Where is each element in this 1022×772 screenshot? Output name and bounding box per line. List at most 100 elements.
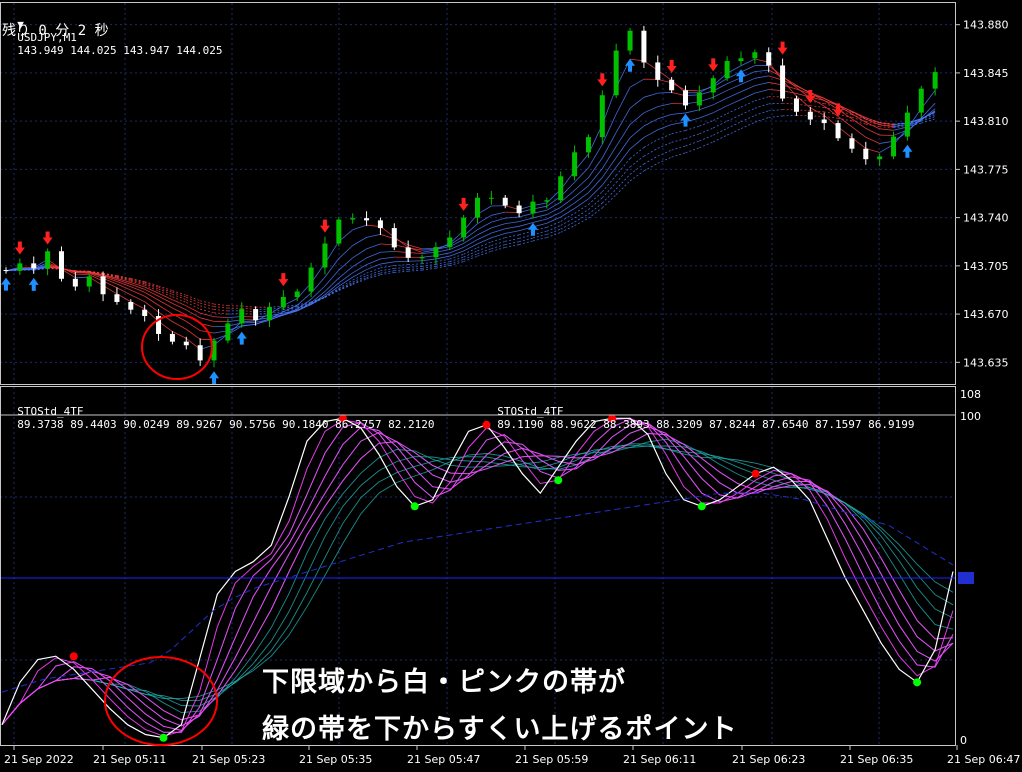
ma-line-segment [186, 294, 201, 302]
ma-line-segment [130, 289, 145, 297]
bull-candle [488, 197, 494, 199]
ma-line-segment [213, 309, 228, 312]
ma-line-segment [615, 158, 631, 176]
ma-line-segment [505, 238, 520, 242]
ma-line-segment [879, 122, 894, 126]
ma-line-segment [865, 128, 880, 136]
ma-line-segment [532, 214, 547, 219]
level-marker [958, 572, 974, 584]
ma-line-segment [449, 261, 464, 266]
ma-line-segment [338, 245, 353, 259]
ma-line-segment [851, 126, 867, 138]
ma-line-segment [518, 217, 534, 223]
ma-line-segment [463, 255, 478, 262]
ma-line-segment [588, 184, 603, 200]
ma-line-segment [213, 303, 228, 307]
ma-line-segment [352, 277, 367, 284]
ma-line-segment [657, 133, 672, 140]
ma-line-segment [546, 231, 561, 238]
ma-line-segment [615, 108, 631, 133]
ma-line-segment [629, 112, 645, 125]
ma-line-segment [518, 230, 534, 236]
ma-line-segment [657, 156, 672, 164]
ma-line-segment [740, 92, 756, 100]
ma-line-segment [657, 149, 672, 157]
ma-line-segment [740, 115, 756, 123]
ma-line-segment [449, 256, 464, 262]
ma-line-segment [671, 138, 686, 143]
ma-line-segment [213, 306, 228, 309]
ma-line-segment [352, 224, 367, 231]
bull-candle [419, 257, 425, 259]
green-signal-dot [913, 678, 922, 687]
green-signal-dot [554, 476, 563, 485]
buy-arrow-icon [625, 58, 636, 72]
bull-candle [710, 78, 716, 93]
bull-candle [322, 243, 328, 268]
bull-candle [530, 201, 536, 214]
ma-line-segment [574, 192, 589, 204]
bull-candle [239, 309, 245, 324]
bear-candle [405, 247, 411, 258]
ma-line-segment [713, 97, 728, 106]
ma-line-segment [491, 237, 506, 243]
ma-line-segment [352, 269, 367, 278]
ma-line-segment [560, 208, 575, 218]
ma-line-segment [726, 91, 742, 99]
ma-line-segment [380, 268, 395, 272]
price-tick-label: 143.845 [963, 67, 1009, 80]
ma-line-segment [754, 110, 769, 116]
ma-line-segment [519, 212, 534, 218]
ma-line-segment [116, 275, 131, 279]
price-tick-label: 143.740 [963, 212, 1009, 225]
ma-line-segment [130, 286, 145, 293]
green-signal-dot [697, 502, 706, 511]
ma-line-segment [449, 259, 464, 265]
ma-line-segment [477, 245, 492, 252]
ma-line-segment [505, 216, 520, 219]
bear-candle [807, 111, 813, 120]
ma-line-segment [657, 103, 672, 107]
x-tick-label: 21 Sep 2022 [4, 753, 74, 766]
bear-candle [253, 309, 259, 321]
ma-line-segment [699, 112, 714, 119]
ma-line-segment [602, 182, 617, 199]
x-tick-label: 21 Sep 05:59 [515, 753, 588, 766]
bear-candle [766, 52, 772, 66]
ma-line-segment [491, 217, 506, 223]
sell-arrow-icon [777, 41, 788, 55]
ma-line-segment [685, 133, 700, 139]
ma-line-segment [629, 147, 645, 159]
ma-line-segment [643, 106, 658, 114]
ma-line-segment [158, 285, 173, 292]
buy-arrow-icon [1, 277, 11, 291]
bear-candle [793, 98, 799, 112]
ma-line-segment [740, 85, 756, 93]
bear-candle [142, 309, 148, 317]
indicator-values-2: 89.1190 88.9622 88.3893 88.3209 87.8244 … [497, 418, 915, 431]
sell-arrow-icon [458, 197, 469, 211]
ma-line-segment [408, 267, 423, 270]
bear-candle [502, 197, 508, 206]
bear-candle [58, 251, 64, 279]
bull-candle [294, 291, 300, 298]
bear-candle [391, 228, 397, 248]
ma-line-segment [643, 129, 658, 138]
x-tick-label: 21 Sep 05:11 [93, 753, 166, 766]
sell-arrow-icon [833, 103, 844, 117]
sell-arrow-icon [666, 60, 677, 74]
ma-line-segment [213, 316, 228, 319]
ma-line-segment [172, 321, 187, 330]
ma-line-segment [158, 295, 173, 304]
ma-line-segment [921, 118, 936, 124]
ma-line-segment [671, 152, 686, 158]
ma-line-segment [588, 157, 603, 178]
ma-line-segment [629, 96, 645, 109]
ma-line-segment [560, 225, 575, 233]
ma-line-segment [463, 243, 478, 252]
buy-arrow-icon [902, 144, 913, 158]
ma-line-segment [421, 261, 436, 265]
ma-line-segment [421, 267, 436, 271]
ma-line-segment [394, 260, 409, 263]
ma-line-segment [629, 155, 645, 168]
